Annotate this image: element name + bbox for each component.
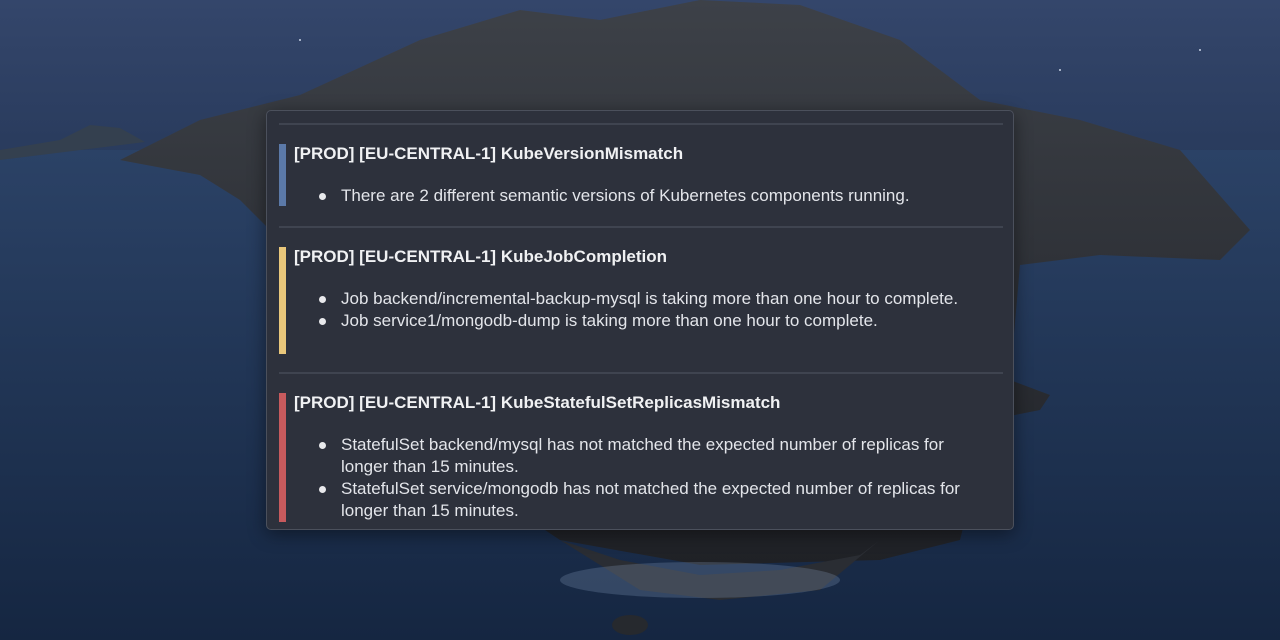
alert-detail-text: Job service1/mongodb-dump is taking more… — [341, 311, 878, 330]
alert-detail-text: StatefulSet service/mongodb has not matc… — [341, 479, 960, 520]
alert-detail-text: StatefulSet backend/mysql has not matche… — [341, 435, 944, 476]
bullet-icon — [319, 318, 326, 325]
alert-kube-version-mismatch[interactable]: [PROD] [EU-CENTRAL-1] KubeVersionMismatc… — [279, 144, 1003, 206]
divider-top — [279, 123, 1003, 125]
severity-bar-info — [279, 144, 286, 206]
severity-bar-critical — [279, 393, 286, 522]
alert-kube-job-completion[interactable]: [PROD] [EU-CENTRAL-1] KubeJobCompletion … — [279, 247, 1003, 354]
alert-detail-text: Job backend/incremental-backup-mysql is … — [341, 289, 959, 308]
alert-title: [PROD] [EU-CENTRAL-1] KubeJobCompletion — [294, 247, 668, 266]
bullet-icon — [319, 486, 326, 493]
divider — [279, 372, 1003, 374]
alert-title: [PROD] [EU-CENTRAL-1] KubeStatefulSetRep… — [294, 393, 781, 412]
divider — [279, 226, 1003, 228]
alert-details: There are 2 different semantic versions … — [319, 185, 991, 207]
bullet-icon — [319, 442, 326, 449]
bullet-icon — [319, 296, 326, 303]
alert-detail-item: StatefulSet backend/mysql has not matche… — [319, 434, 991, 478]
severity-bar-warning — [279, 247, 286, 354]
alerts-panel: [PROD] [EU-CENTRAL-1] KubeVersionMismatc… — [266, 110, 1014, 530]
alert-detail-item: Job service1/mongodb-dump is taking more… — [319, 310, 991, 332]
alert-detail-text: There are 2 different semantic versions … — [341, 186, 910, 205]
alert-kube-statefulset-replicas-mismatch[interactable]: [PROD] [EU-CENTRAL-1] KubeStatefulSetRep… — [279, 393, 1003, 522]
alert-details: Job backend/incremental-backup-mysql is … — [319, 288, 991, 332]
alert-detail-item: Job backend/incremental-backup-mysql is … — [319, 288, 991, 310]
alert-title: [PROD] [EU-CENTRAL-1] KubeVersionMismatc… — [294, 144, 684, 163]
bullet-icon — [319, 193, 326, 200]
desktop-wallpaper: [PROD] [EU-CENTRAL-1] KubeVersionMismatc… — [0, 0, 1280, 640]
alert-details: StatefulSet backend/mysql has not matche… — [319, 434, 991, 522]
alert-detail-item: There are 2 different semantic versions … — [319, 185, 991, 207]
alert-detail-item: StatefulSet service/mongodb has not matc… — [319, 478, 991, 522]
